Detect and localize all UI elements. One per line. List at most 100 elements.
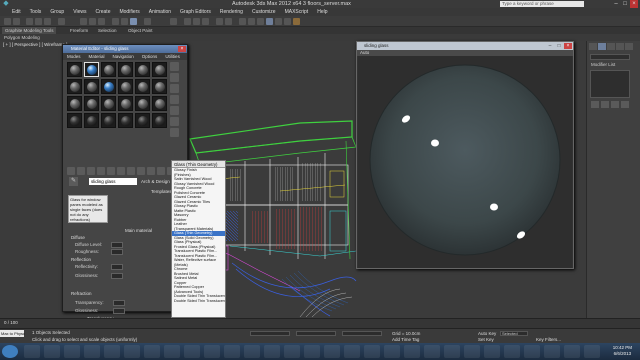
minimize-button[interactable]: – (612, 0, 620, 8)
taskbar-app-icon[interactable] (224, 345, 240, 358)
pivot-center-icon[interactable] (170, 18, 177, 25)
make-preview-icon[interactable] (170, 117, 179, 126)
me-menu-utilities[interactable]: Utilities (165, 54, 180, 59)
templates-selected-value[interactable]: Glass (Thin Geometry) (172, 161, 225, 168)
sample-slot[interactable] (152, 113, 167, 128)
start-button-icon[interactable] (2, 345, 18, 358)
search-input[interactable]: Type a keyword or phrase (500, 1, 584, 7)
me-menu-material[interactable]: Material (89, 54, 105, 59)
taskbar-app-icon[interactable] (104, 345, 120, 358)
time-slider[interactable]: 0 / 100 (0, 318, 640, 328)
sample-slot[interactable] (118, 113, 133, 128)
refraction-glossiness-spinner[interactable] (113, 308, 125, 314)
preview-close-button[interactable]: × (564, 43, 572, 49)
display-tab-icon[interactable] (625, 43, 633, 50)
remove-modifier-icon[interactable] (621, 101, 629, 108)
taskbar-app-icon[interactable] (404, 345, 420, 358)
template-option[interactable]: Double Sided Thin Translucent (172, 299, 225, 304)
tab-object-paint[interactable]: Object Paint (128, 27, 153, 34)
taskbar-app-icon[interactable] (244, 345, 260, 358)
mirror-icon[interactable] (216, 18, 223, 25)
taskbar-app-icon[interactable] (384, 345, 400, 358)
preview-canvas[interactable] (358, 56, 572, 268)
menu-tools[interactable]: Tools (30, 9, 42, 15)
sample-slot[interactable] (135, 113, 150, 128)
maxscript-mini-listener[interactable]: Max to Physc (0, 330, 25, 337)
key-mode-dropdown[interactable]: Selected (500, 331, 528, 336)
ribbon-polygon-modeling[interactable]: Polygon Modeling (4, 34, 40, 41)
sample-slot[interactable] (101, 79, 116, 94)
material-id-channel-icon[interactable] (137, 167, 145, 175)
move-icon[interactable] (112, 18, 119, 25)
taskbar-app-icon[interactable] (564, 345, 580, 358)
taskbar-app-icon[interactable] (524, 345, 540, 358)
y-coordinate-field[interactable] (296, 331, 336, 336)
taskbar-app-icon[interactable] (184, 345, 200, 358)
preview-titlebar[interactable]: sliding glass – □ × (357, 42, 573, 50)
get-material-icon[interactable] (67, 167, 75, 175)
pin-stack-icon[interactable] (591, 101, 599, 108)
bind-space-warp-icon[interactable] (44, 18, 51, 25)
sample-slot[interactable] (84, 96, 99, 111)
rotate-icon[interactable] (121, 18, 128, 25)
render-production-icon[interactable] (293, 18, 300, 25)
menu-graph-editors[interactable]: Graph Editors (180, 9, 211, 15)
sample-uv-tiling-icon[interactable] (170, 95, 179, 104)
taskbar-app-icon[interactable] (24, 345, 40, 358)
modifier-list-dropdown[interactable]: Modifier List (591, 62, 615, 67)
taskbar-app-icon[interactable] (204, 345, 220, 358)
make-unique-icon[interactable] (117, 167, 125, 175)
taskbar-app-icon[interactable] (304, 345, 320, 358)
create-tab-icon[interactable] (589, 43, 597, 50)
glossiness-spinner[interactable] (111, 273, 123, 279)
material-name-field[interactable]: sliding glass (89, 178, 137, 185)
taskbar-app-icon[interactable] (344, 345, 360, 358)
app-logo-icon[interactable]: ◆ (2, 0, 10, 8)
sample-slot[interactable] (152, 96, 167, 111)
reference-coordinate-icon[interactable] (144, 18, 151, 25)
reflectivity-spinner[interactable] (111, 264, 123, 270)
menu-create[interactable]: Create (95, 9, 110, 15)
set-key-button[interactable]: Set Key (478, 337, 494, 342)
taskbar-app-icon[interactable] (464, 345, 480, 358)
x-coordinate-field[interactable] (250, 331, 290, 336)
put-to-scene-icon[interactable] (77, 167, 85, 175)
sample-slot[interactable] (84, 79, 99, 94)
template-option[interactable]: Translucent Plastic Film... (172, 249, 225, 254)
hierarchy-tab-icon[interactable] (607, 43, 615, 50)
tab-graphite-modeling-tools[interactable]: Graphite Modeling Tools (2, 27, 57, 34)
material-editor-close-button[interactable]: × (178, 46, 186, 52)
system-clock[interactable]: 10:42 PM 6/6/2013 (613, 345, 632, 357)
taskbar-app-icon[interactable] (584, 345, 600, 358)
sample-slot[interactable] (118, 62, 133, 77)
background-icon[interactable] (170, 84, 179, 93)
material-editor-titlebar[interactable]: Material Editor - sliding glass × (63, 45, 187, 53)
select-object-icon[interactable] (80, 18, 87, 25)
angle-snap-icon[interactable] (193, 18, 200, 25)
modifier-stack[interactable] (590, 70, 630, 98)
taskbar-app-icon[interactable] (484, 345, 500, 358)
rendered-frame-window-icon[interactable] (284, 18, 291, 25)
preview-minimize-button[interactable]: – (546, 43, 554, 49)
video-color-check-icon[interactable] (170, 106, 179, 115)
material-editor-icon[interactable] (266, 18, 273, 25)
preview-auto-checkbox[interactable]: Auto (360, 50, 369, 55)
put-to-library-icon[interactable] (127, 167, 135, 175)
taskbar-app-icon[interactable] (364, 345, 380, 358)
me-menu-options[interactable]: Options (142, 54, 158, 59)
undo-icon[interactable] (4, 18, 11, 25)
show-map-in-viewport-icon[interactable] (147, 167, 155, 175)
reset-map-icon[interactable] (97, 167, 105, 175)
taskbar-app-icon[interactable] (264, 345, 280, 358)
sample-slot[interactable] (135, 62, 150, 77)
sample-slot[interactable] (101, 113, 116, 128)
sample-slot[interactable] (152, 62, 167, 77)
menu-edit[interactable]: Edit (12, 9, 21, 15)
taskbar-app-icon[interactable] (164, 345, 180, 358)
modify-tab-icon[interactable] (598, 43, 606, 50)
unlink-icon[interactable] (35, 18, 42, 25)
show-end-result-icon[interactable] (601, 101, 609, 108)
taskbar-app-icon[interactable] (84, 345, 100, 358)
taskbar-app-icon[interactable] (284, 345, 300, 358)
preview-maximize-button[interactable]: □ (555, 43, 563, 49)
